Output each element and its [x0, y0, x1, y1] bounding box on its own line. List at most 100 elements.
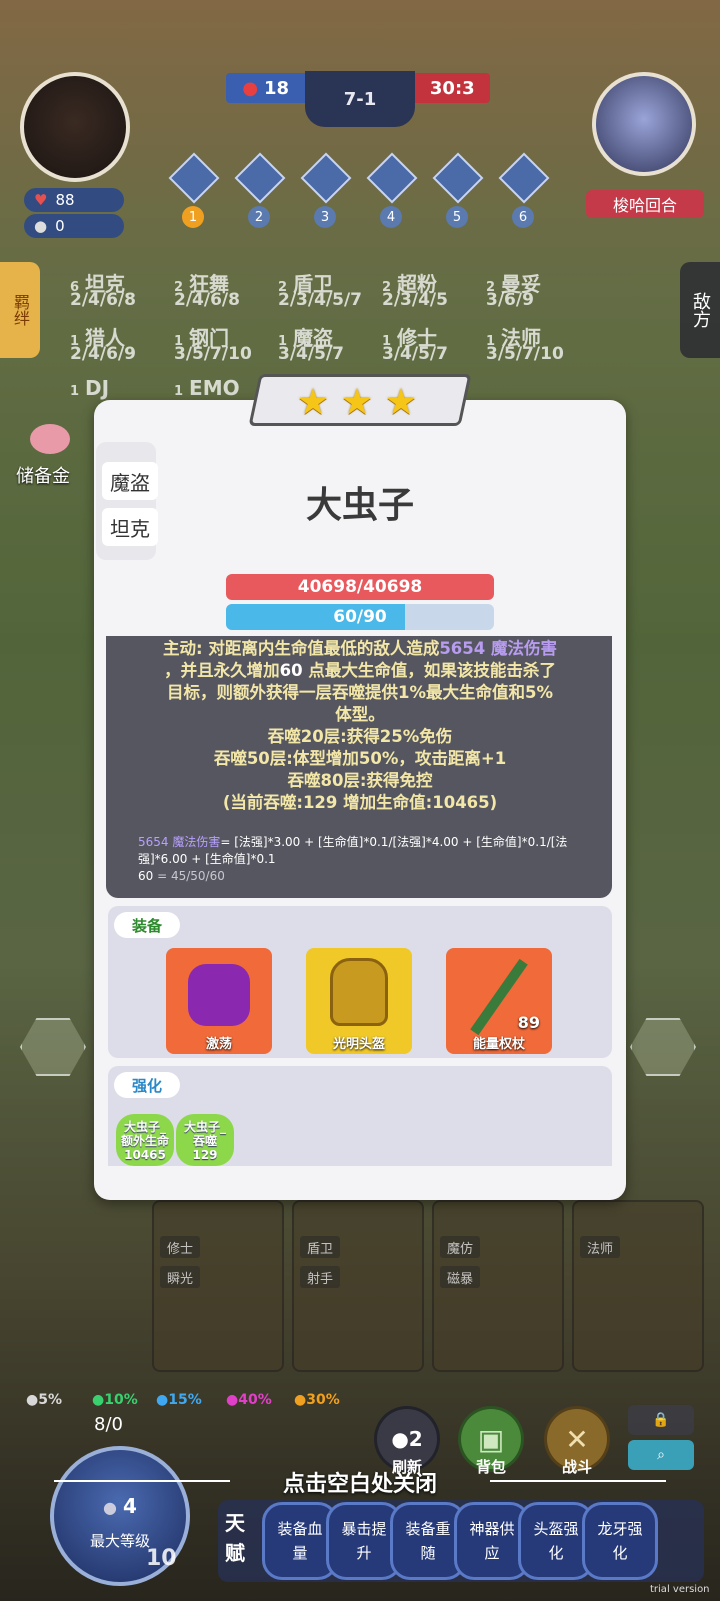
lock-button[interactable]: 🔒 — [628, 1405, 694, 1435]
enemy-tab[interactable]: 敌方 — [680, 262, 720, 358]
synergy-steps: 3/5/7/10 — [486, 344, 564, 364]
xp-label: 8/0 — [94, 1414, 123, 1435]
skill-description: 主动: 对距离内生命值最低的敌人造成5654 魔法伤害 ，并且永久增加60 点最… — [106, 636, 612, 898]
hero-name: 大虫子 — [305, 485, 414, 526]
talent-label: 天赋 — [225, 1511, 245, 1565]
synergy-steps: 3/6/9 — [486, 290, 534, 310]
card-trait: 盾卫 — [300, 1236, 340, 1258]
shop-card[interactable]: 法师 — [572, 1200, 704, 1372]
level-cost: ● 4 — [103, 1494, 137, 1518]
trophy-icon — [300, 152, 352, 204]
round-number: 1 — [182, 206, 204, 228]
shop-card[interactable]: 盾卫 射手 — [292, 1200, 424, 1372]
odds-percent: 10% — [104, 1392, 138, 1408]
purple-orb-icon — [188, 964, 250, 1026]
trophy-icon — [498, 152, 550, 204]
player-avatar[interactable] — [20, 72, 130, 182]
odds-item: ●30% — [294, 1392, 340, 1408]
enhancement-chip[interactable]: 大虫子_ 吞噬 129 — [176, 1114, 234, 1166]
dot-icon: ● — [26, 1392, 39, 1408]
odds-percent: 30% — [306, 1392, 340, 1408]
trophy-icon — [168, 152, 220, 204]
coin-icon: ● — [103, 1498, 118, 1517]
golden-helmet-icon — [330, 958, 388, 1026]
round-number: 5 — [446, 206, 468, 228]
level-number: 10 — [146, 1546, 177, 1571]
refresh-cost: ●2 — [391, 1427, 423, 1451]
opponent-avatar[interactable] — [592, 72, 696, 176]
synergy-steps: 2/3/4/5/7 — [278, 290, 362, 310]
synergy-item[interactable]: 1 DJ — [70, 376, 109, 400]
equipment-item[interactable]: 光明头盔 — [306, 948, 412, 1054]
shop-card[interactable]: 魔仿 磁暴 — [432, 1200, 564, 1372]
trait-chip[interactable]: 坦克 — [102, 508, 158, 546]
synergy-steps: 2/4/6/9 — [70, 344, 136, 364]
equipment-item[interactable]: 89 能量权杖 — [446, 948, 552, 1054]
synergy-count: 1 — [174, 384, 184, 399]
skill-formula: 5654 魔法伤害= [法强]*3.00 + [生命值]*0.1/[法强]*4.… — [138, 835, 568, 883]
odds-percent: 40% — [238, 1392, 272, 1408]
synergy-count: 1 — [70, 384, 80, 399]
star-rating: ★ ★ ★ — [296, 380, 426, 423]
round-number: 2 — [248, 206, 270, 228]
search-icon: ⌕ — [657, 1447, 665, 1463]
equipment-title: 装备 — [114, 912, 180, 938]
heart-icon: ♥ — [34, 191, 48, 209]
coin-icon: ● — [34, 217, 48, 235]
divider — [490, 1480, 666, 1482]
synergy-name: EMO — [189, 376, 240, 400]
synergy-steps: 2/3/4/5 — [382, 290, 448, 310]
equipment-item[interactable]: 激荡 — [166, 948, 272, 1054]
shop-card[interactable]: 修士 瞬光 — [152, 1200, 284, 1372]
coin-pill: ● 0 — [24, 214, 124, 238]
round-number: 3 — [314, 206, 336, 228]
trophy-icon — [366, 152, 418, 204]
card-trait: 魔仿 — [440, 1236, 480, 1258]
dot-icon: ● — [156, 1392, 169, 1408]
card-trait: 修士 — [160, 1236, 200, 1258]
divider — [54, 1480, 230, 1482]
trophy-icon — [234, 152, 286, 204]
odds-item: ●10% — [92, 1392, 138, 1408]
odds-percent: 5% — [38, 1392, 62, 1408]
synergy-steps: 3/4/5/7 — [382, 344, 448, 364]
reserve-label[interactable]: 储备金 — [16, 462, 70, 488]
synergy-steps: 3/4/5/7 — [278, 344, 344, 364]
skill-text: 主动: 对距离内生命值最低的敌人造成5654 魔法伤害 ，并且永久增加60 点最… — [162, 639, 557, 812]
enhancement-title: 强化 — [114, 1072, 180, 1098]
odds-item: ●15% — [156, 1392, 202, 1408]
mana-bar: 60/90 — [226, 604, 494, 630]
talent-button[interactable]: 龙牙强化 — [582, 1502, 658, 1580]
dot-icon: ● — [294, 1392, 307, 1408]
bag-icon: ▣ — [477, 1422, 505, 1456]
synergy-name: DJ — [85, 376, 110, 400]
synergy-item[interactable]: 1 EMO — [174, 376, 240, 400]
round-number: 6 — [512, 206, 534, 228]
hp-pill: ♥ 88 — [24, 188, 124, 212]
timer: 30:3 — [414, 73, 490, 103]
equipment-section: 装备 激荡 光明头盔 89 能量权杖 — [108, 906, 612, 1058]
dot-icon: ● — [226, 1392, 239, 1408]
star-icon: ★ — [340, 382, 374, 423]
enhancement-chip[interactable]: 大虫子_ 额外生命 10465 — [116, 1114, 174, 1166]
round-number: 4 — [380, 206, 402, 228]
close-hint[interactable]: 点击空白处关闭 — [54, 1466, 666, 1497]
trophy-icon — [432, 152, 484, 204]
star-icon: ★ — [384, 382, 418, 423]
odds-item: ●5% — [26, 1392, 62, 1408]
dot-icon: ● — [92, 1392, 105, 1408]
enhancement-section: 强化 大虫子_ 额外生命 10465 大虫子_ 吞噬 129 — [108, 1066, 612, 1166]
odds-item: ●40% — [226, 1392, 272, 1408]
piggy-bank-icon — [30, 424, 70, 454]
synergy-steps: 2/4/6/8 — [70, 290, 136, 310]
mana-text: 60/90 — [333, 607, 387, 627]
trophy-track: 1 2 3 4 5 6 — [168, 152, 550, 228]
card-trait: 射手 — [300, 1266, 340, 1288]
synergy-tab[interactable]: 羁绊 — [0, 262, 40, 358]
hp-bar: 40698/40698 — [226, 574, 494, 600]
trait-chip[interactable]: 魔盗 — [102, 462, 158, 500]
close-hint-text: 点击空白处关闭 — [282, 1472, 437, 1497]
card-trait: 法师 — [580, 1236, 620, 1258]
talent-bar: 天赋 装备血量 暴击提升 装备重随 神器供应 头盔强化 龙牙强化 — [218, 1500, 704, 1582]
card-trait: 瞬光 — [160, 1266, 200, 1288]
